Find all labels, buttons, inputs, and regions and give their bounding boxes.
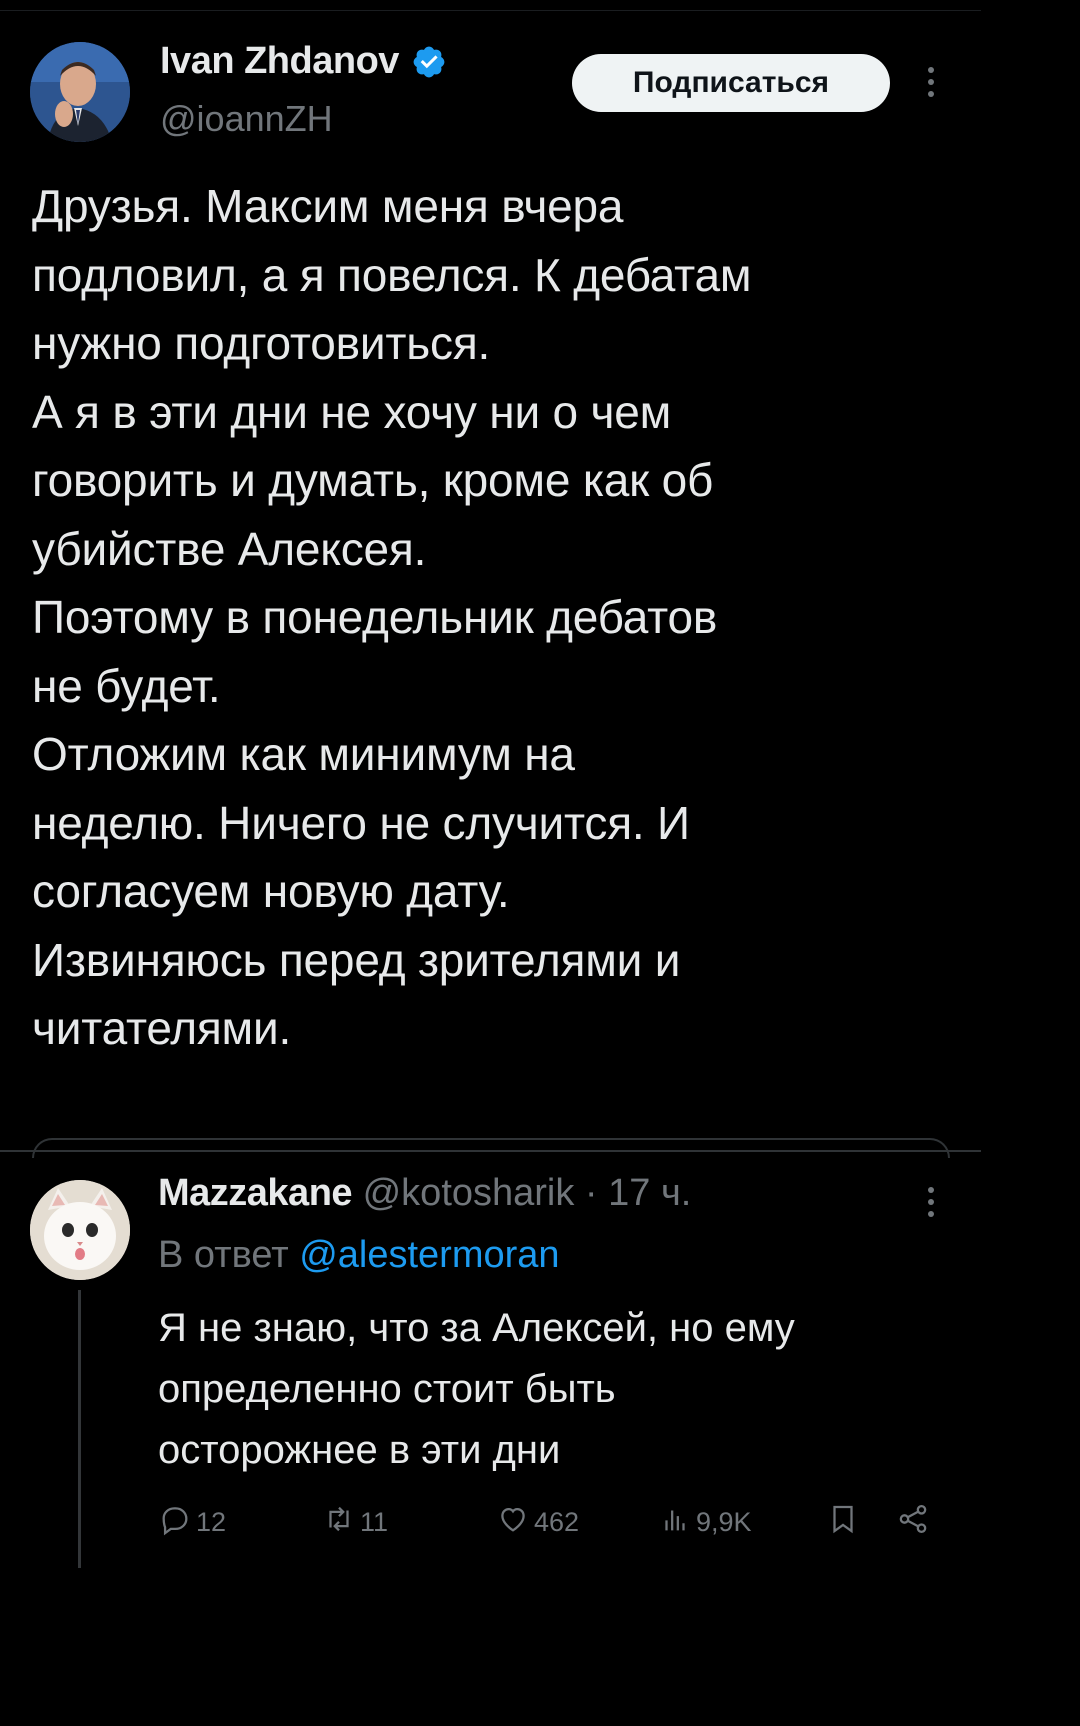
subscribe-button[interactable]: Подписаться [572,54,890,112]
tweet-line: Друзья. Максим меня вчера [32,180,624,232]
in-reply-to: В ответ @alestermoran [158,1234,560,1277]
top-divider [0,10,981,11]
tweet-line: читателями. [32,1002,292,1054]
tweet-line: Извиняюсь перед зрителями и [32,933,681,986]
tweet-line: убийстве Алексея. [32,522,427,575]
views-button[interactable]: 9,9K [658,1500,752,1544]
author-handle[interactable]: @ioannZH [160,98,333,140]
reply-line: Я не знаю, что за Алексей, но ему [158,1306,795,1350]
tweet-line: нужно подготовиться. [32,317,491,369]
in-reply-mention-link[interactable]: @alestermoran [299,1234,559,1276]
reply-text: Я не знаю, что за Алексей, но ему опреде… [158,1298,938,1481]
tweet-line: Поэтому в понедельник дебатов [32,591,718,643]
like-button[interactable]: 462 [496,1500,579,1544]
repost-icon [322,1502,356,1543]
like-count: 462 [534,1506,580,1537]
repost-button[interactable]: 11 [322,1500,388,1544]
verified-badge-icon [411,44,447,80]
tweet-line: А я в эти дни не хочу ни о чем [32,385,672,438]
reply-button[interactable]: 12 [158,1500,226,1544]
tweet-line: не будет. [32,659,221,712]
reply-handle-time[interactable]: @kotosharik · 17 ч. [352,1172,692,1214]
views-chart-icon [658,1502,692,1543]
bookmark-button[interactable] [826,1500,860,1544]
quoted-card-edge [32,1138,950,1158]
author-name-text[interactable]: Ivan Zhdanov [160,40,399,83]
repost-count: 11 [360,1506,389,1537]
tweet-line: говорить и думать, кроме как об [32,454,714,506]
tweet-line: неделю. Ничего не случится. И [32,796,690,849]
author-avatar[interactable] [30,42,130,142]
reply-line: осторожнее в эти дни [158,1428,561,1472]
author-name[interactable]: Ivan Zhdanov [160,40,447,83]
tweet-text: Друзья. Максим меня вчера подловил, а я … [32,172,952,1063]
in-reply-prefix: В ответ [158,1234,300,1276]
reply-author-avatar[interactable] [30,1180,130,1280]
tweet-line: согласуем новую дату. [32,865,510,917]
reply-line: определенно стоит быть [158,1367,616,1411]
share-button[interactable] [896,1500,930,1544]
thread-line [78,1290,81,1568]
views-count: 9,9K [696,1506,752,1537]
heart-icon [496,1502,530,1543]
section-divider [0,1150,981,1152]
reply-more-options-icon[interactable] [922,1182,940,1222]
share-icon [896,1502,930,1543]
reply-count: 12 [196,1506,227,1537]
tweet-line: подловил, а я повелся. К дебатам [32,248,752,301]
reply-author-name[interactable]: Mazzakane [158,1172,353,1214]
tweet-line: Отложим как минимум на [32,728,575,780]
reply-header: Mazzakane @kotosharik · 17 ч. [158,1172,691,1215]
more-options-icon[interactable] [922,62,940,102]
reply-icon [158,1502,192,1543]
reply-action-bar: 12 11 462 9,9K [158,1500,948,1544]
bookmark-icon [826,1502,860,1543]
